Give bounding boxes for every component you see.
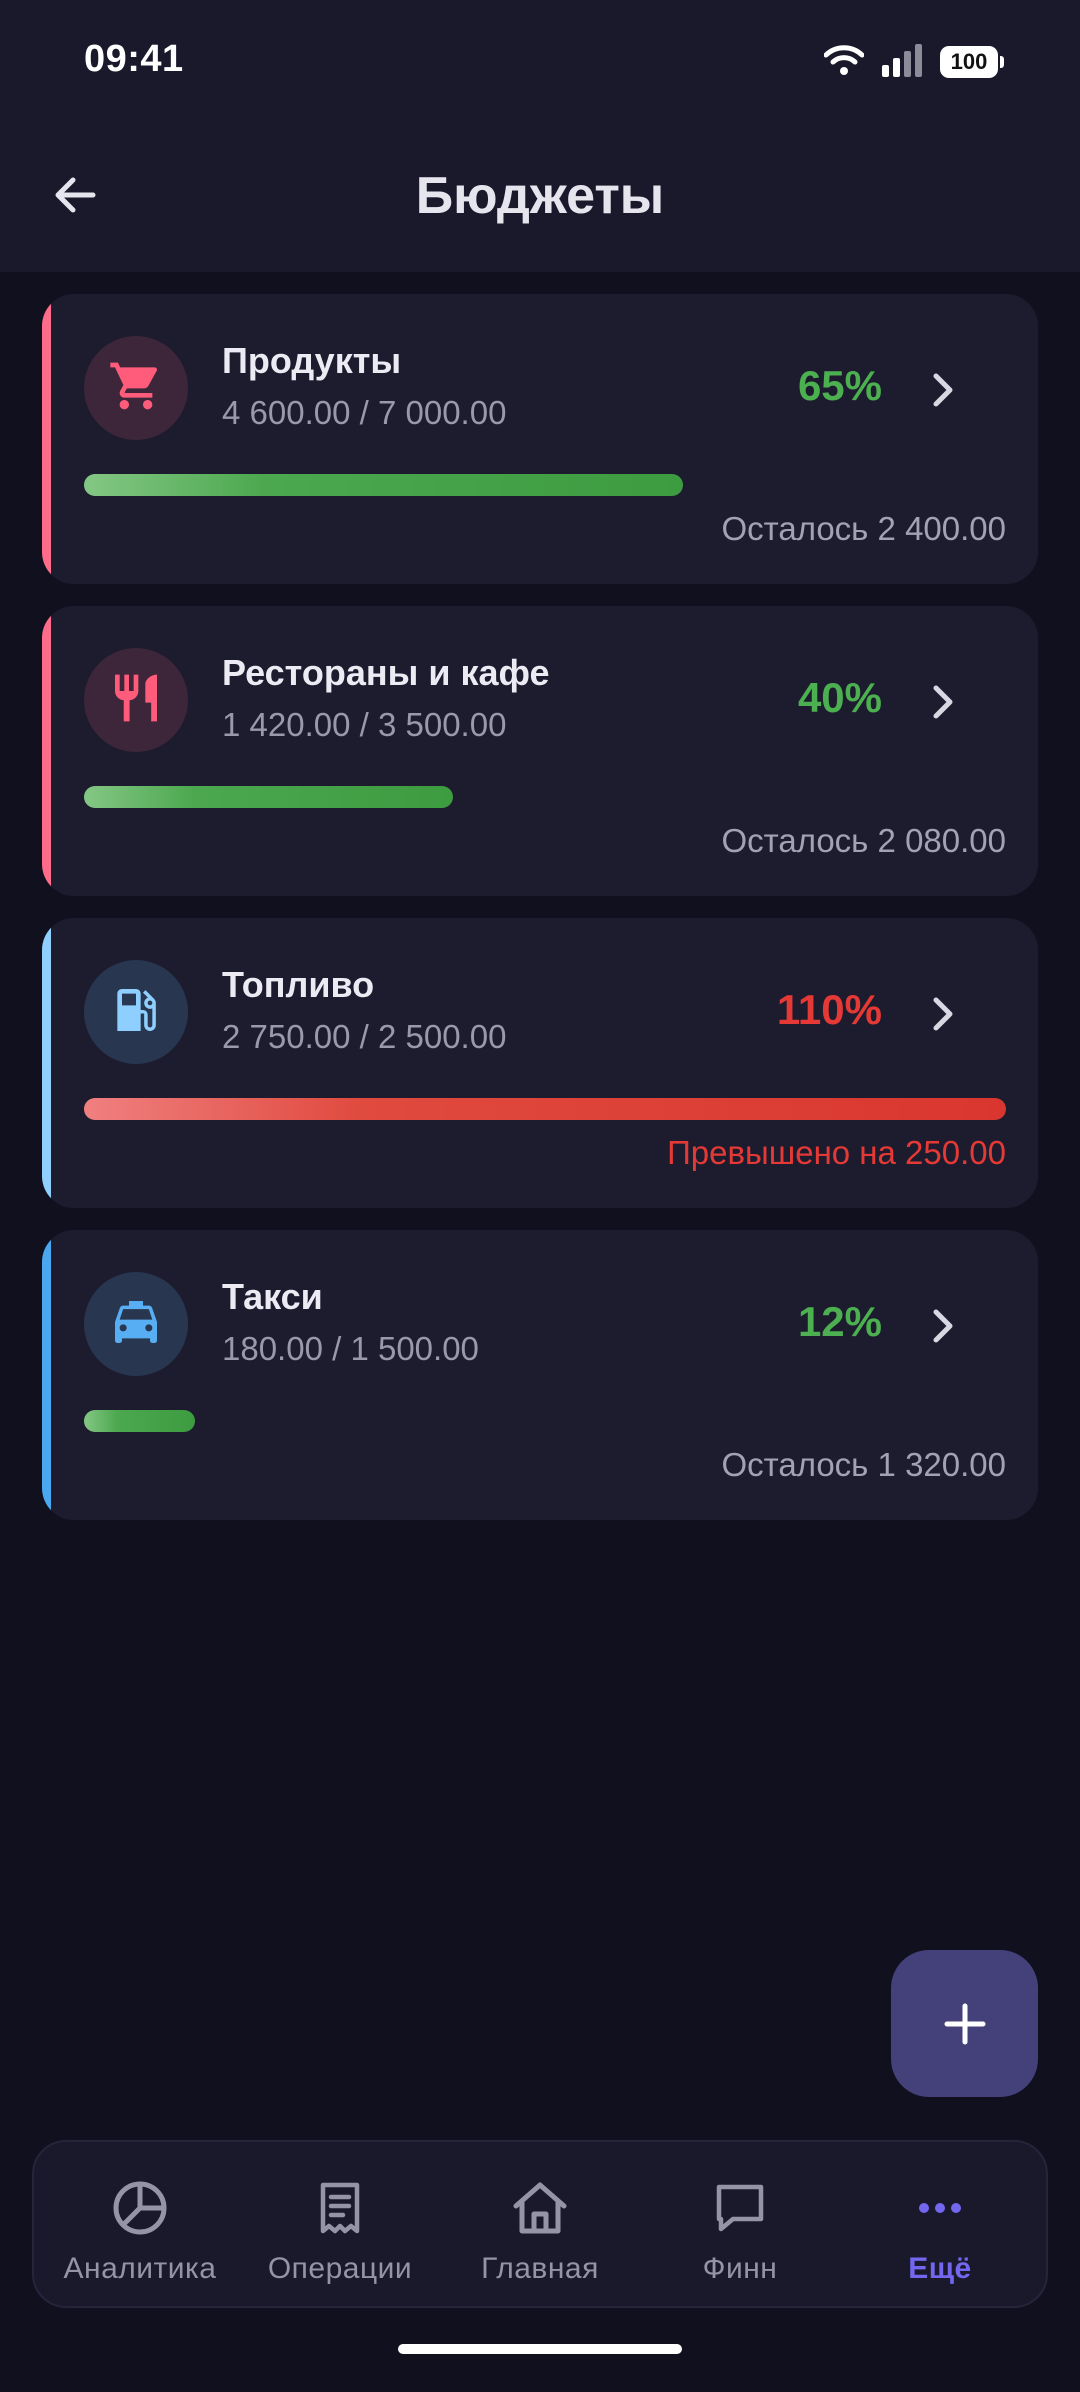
budget-amount: 4 600.00 / 7 000.00 <box>222 394 507 431</box>
nav-home[interactable]: Главная <box>442 2142 638 2306</box>
budget-overspent: Превышено на 250.00 <box>667 1134 1006 1171</box>
card-accent <box>42 294 51 584</box>
nav-finn[interactable]: Финн <box>642 2142 838 2306</box>
budget-amount: 1 420.00 / 3 500.00 <box>222 706 507 743</box>
progress-bar <box>84 1098 1006 1120</box>
add-budget-button[interactable] <box>891 1950 1038 2097</box>
budget-remaining: Осталось 2 400.00 <box>721 510 1006 547</box>
card-accent <box>42 606 51 896</box>
budget-name: Продукты <box>222 340 402 381</box>
budget-card[interactable]: Продукты 4 600.00 / 7 000.00 65% Осталос… <box>42 294 1038 584</box>
status-time: 09:41 <box>84 38 184 80</box>
budget-percent: 12% <box>797 1298 882 1345</box>
wifi-icon <box>823 44 865 81</box>
home-indicator <box>398 2344 682 2354</box>
nav-more[interactable]: Ещё <box>842 2142 1038 2306</box>
budget-card[interactable]: Такси 180.00 / 1 500.00 12% Осталось 1 3… <box>42 1230 1038 1520</box>
budget-percent: 110% <box>776 986 882 1033</box>
cart-icon <box>108 358 164 419</box>
bottom-navigation: Аналитика Операции Главная Финн Ещё <box>32 2140 1048 2308</box>
nav-label: Ещё <box>908 2252 972 2285</box>
status-icons: 100 <box>823 43 1004 82</box>
battery-icon: 100 <box>940 46 1004 78</box>
home-icon <box>508 2176 572 2240</box>
nav-label: Аналитика <box>63 2252 217 2285</box>
fuel-icon <box>108 982 164 1043</box>
category-icon-wrap <box>84 1272 188 1376</box>
progress-bar <box>84 786 1006 808</box>
nav-label: Главная <box>481 2252 599 2285</box>
page-title: Бюджеты <box>415 167 665 225</box>
nav-label: Финн <box>702 2252 778 2285</box>
card-accent <box>42 1230 51 1520</box>
budget-remaining: Осталось 2 080.00 <box>721 822 1006 859</box>
chat-icon <box>708 2176 772 2240</box>
more-icon <box>908 2176 972 2240</box>
budget-list: Продукты 4 600.00 / 7 000.00 65% Осталос… <box>42 294 1038 1542</box>
budgets-screen: 09:41 100 Бюджеты Продукты 4 600.00 / 7 … <box>0 0 1080 2392</box>
category-icon-wrap <box>84 336 188 440</box>
budget-remaining: Осталось 1 320.00 <box>721 1446 1006 1483</box>
nav-analytics[interactable]: Аналитика <box>42 2142 238 2306</box>
battery-level: 100 <box>950 49 988 74</box>
chevron-right-icon <box>933 1309 953 1343</box>
budget-name: Такси <box>222 1276 323 1317</box>
budget-percent: 65% <box>797 362 882 409</box>
nav-label: Операции <box>267 2252 413 2285</box>
chevron-right-icon <box>933 685 953 719</box>
plus-icon <box>944 2003 985 2044</box>
cutlery-icon <box>108 670 164 731</box>
budget-name: Топливо <box>222 964 375 1005</box>
top-bar: 09:41 100 Бюджеты <box>0 0 1080 272</box>
nav-operations[interactable]: Операции <box>242 2142 438 2306</box>
taxi-icon <box>108 1294 164 1355</box>
chevron-right-icon <box>933 997 953 1031</box>
progress-fill <box>84 1410 195 1432</box>
category-icon-wrap <box>84 960 188 1064</box>
pie-chart-icon <box>108 2176 172 2240</box>
budget-card[interactable]: Топливо 2 750.00 / 2 500.00 110% Превыше… <box>42 918 1038 1208</box>
budget-name: Рестораны и кафе <box>222 652 550 693</box>
progress-fill <box>84 474 684 496</box>
receipt-icon <box>308 2176 372 2240</box>
chevron-right-icon <box>933 373 953 407</box>
card-accent <box>42 918 51 1208</box>
progress-bar <box>84 1410 1006 1432</box>
progress-bar <box>84 474 1006 496</box>
category-icon-wrap <box>84 648 188 752</box>
signal-icon <box>880 43 924 82</box>
progress-fill <box>84 786 453 808</box>
budget-percent: 40% <box>797 674 882 721</box>
progress-fill <box>84 1098 1006 1120</box>
budget-card[interactable]: Рестораны и кафе 1 420.00 / 3 500.00 40%… <box>42 606 1038 896</box>
budget-amount: 2 750.00 / 2 500.00 <box>222 1018 507 1055</box>
budget-amount: 180.00 / 1 500.00 <box>222 1330 479 1367</box>
